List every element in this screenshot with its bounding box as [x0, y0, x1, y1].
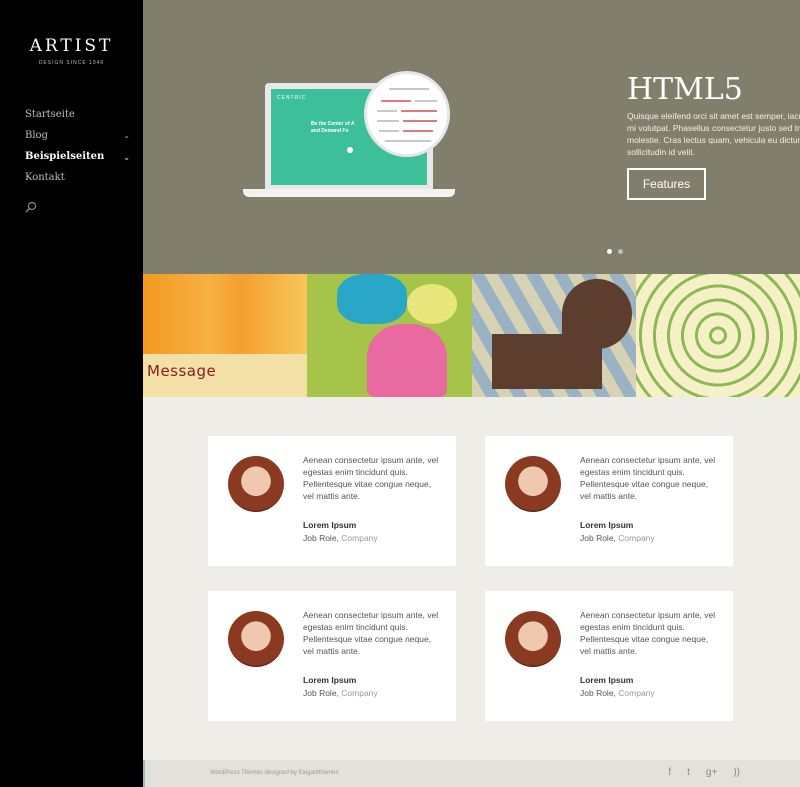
company-link[interactable]: Company: [341, 533, 377, 543]
testimonial-author: Lorem Ipsum: [580, 520, 634, 530]
testimonial-author: Lorem Ipsum: [580, 675, 634, 685]
testimonial-author: Lorem Ipsum: [303, 675, 357, 685]
sidebar: ARTIST DESIGN SINCE 1946 Startseite Blog…: [0, 0, 143, 787]
screen-logo: CENTRIC: [277, 95, 307, 101]
logo-subtitle: DESIGN SINCE 1946: [38, 60, 105, 66]
code-line: [403, 130, 433, 132]
screen-button-icon: [347, 147, 353, 153]
code-line: [377, 110, 397, 112]
code-line: [389, 88, 429, 90]
gallery-tile-gramophone[interactable]: [471, 274, 636, 397]
avatar: [505, 611, 561, 667]
role-text: Job Role,: [303, 533, 342, 543]
testimonial-quote: Aenean consectetur ipsum ante, vel egest…: [580, 455, 716, 501]
features-button[interactable]: Features: [627, 168, 706, 200]
code-line: [385, 140, 431, 142]
role-text: Job Role,: [303, 688, 342, 698]
role-text: Job Role,: [580, 533, 619, 543]
google-plus-icon[interactable]: g+: [706, 767, 717, 778]
footer-credits[interactable]: WordPress Themes designed by Elegantthem…: [210, 770, 339, 776]
splash-shape: [337, 274, 408, 324]
search-icon[interactable]: [25, 201, 37, 213]
testimonial-card: Aenean consectetur ipsum ante, vel egest…: [485, 591, 733, 721]
gramophone-body: [491, 334, 602, 389]
company-link[interactable]: Company: [618, 688, 654, 698]
social-links: f t g+ )): [668, 767, 740, 778]
testimonial-author: Lorem Ipsum: [303, 520, 357, 530]
rss-icon[interactable]: )): [733, 767, 740, 778]
testimonial-quote: Aenean consectetur ipsum ante, vel egest…: [580, 610, 716, 656]
hero-title: HTML5: [627, 72, 743, 107]
gallery-tile-message[interactable]: Message: [143, 274, 308, 397]
testimonial-role: Job Role, Company: [303, 533, 378, 543]
testimonial-quote: Aenean consectetur ipsum ante, vel egest…: [303, 610, 439, 656]
image-gallery: Message: [143, 274, 800, 397]
chevron-down-icon: ⌄: [123, 151, 130, 162]
code-magnifier-icon: [364, 71, 450, 157]
hero-text: Quisque eleifend orci sit amet est sempe…: [627, 111, 800, 157]
nav-item-label: Blog: [25, 130, 48, 141]
nav-item-startseite[interactable]: Startseite: [25, 104, 130, 125]
gallery-tile-splash[interactable]: [307, 274, 472, 397]
slider-dot[interactable]: [618, 249, 623, 254]
logo[interactable]: ARTIST DESIGN SINCE 1946: [0, 36, 143, 66]
code-line: [377, 120, 399, 122]
nav-item-beispielseiten[interactable]: Beispielseiten ⌄: [25, 146, 130, 167]
avatar: [228, 456, 284, 512]
facebook-icon[interactable]: f: [668, 767, 671, 778]
company-link[interactable]: Company: [618, 533, 654, 543]
slider-dot[interactable]: [607, 249, 612, 254]
nav-item-label: Beispielseiten: [25, 151, 105, 162]
testimonial-role: Job Role, Company: [303, 688, 378, 698]
chevron-down-icon: ⌄: [123, 131, 130, 140]
avatar: [505, 456, 561, 512]
testimonial-card: Aenean consectetur ipsum ante, vel egest…: [485, 436, 733, 566]
nav-item-label: Kontakt: [25, 172, 65, 183]
code-line: [415, 100, 437, 102]
nav-item-blog[interactable]: Blog ⌄: [25, 125, 130, 146]
testimonial-role: Job Role, Company: [580, 533, 655, 543]
code-line: [381, 100, 411, 102]
hero-slider: CENTRIC Be the Center of A and Demand Fo…: [143, 0, 800, 274]
avatar: [228, 611, 284, 667]
company-link[interactable]: Company: [341, 688, 377, 698]
testimonial-card: Aenean consectetur ipsum ante, vel egest…: [208, 591, 456, 721]
ornament-shape: [367, 324, 448, 397]
logo-title: ARTIST: [29, 36, 114, 56]
code-line: [379, 130, 399, 132]
twitter-icon[interactable]: t: [687, 767, 690, 778]
code-line: [403, 120, 437, 122]
screen-headline-line: Be the Center of A: [311, 121, 355, 127]
gallery-tile-pattern[interactable]: [635, 274, 800, 397]
splash-shape: [407, 284, 458, 324]
message-label: Message: [147, 362, 217, 380]
laptop-base: [243, 189, 455, 197]
nav-item-kontakt[interactable]: Kontakt: [25, 167, 130, 188]
code-line: [401, 110, 437, 112]
main-nav: Startseite Blog ⌄ Beispielseiten ⌄ Konta…: [25, 104, 130, 188]
testimonial-role: Job Role, Company: [580, 688, 655, 698]
testimonial-card: Aenean consectetur ipsum ante, vel egest…: [208, 436, 456, 566]
role-text: Job Role,: [580, 688, 619, 698]
testimonials-section: Aenean consectetur ipsum ante, vel egest…: [143, 397, 800, 760]
testimonial-quote: Aenean consectetur ipsum ante, vel egest…: [303, 455, 439, 501]
screen-headline: Be the Center of A and Demand Fo: [311, 121, 354, 135]
footer: WordPress Themes designed by Elegantthem…: [143, 760, 800, 787]
slider-dots: [607, 249, 623, 254]
screen-headline-line: and Demand Fo: [311, 128, 349, 134]
nav-item-label: Startseite: [25, 109, 75, 120]
